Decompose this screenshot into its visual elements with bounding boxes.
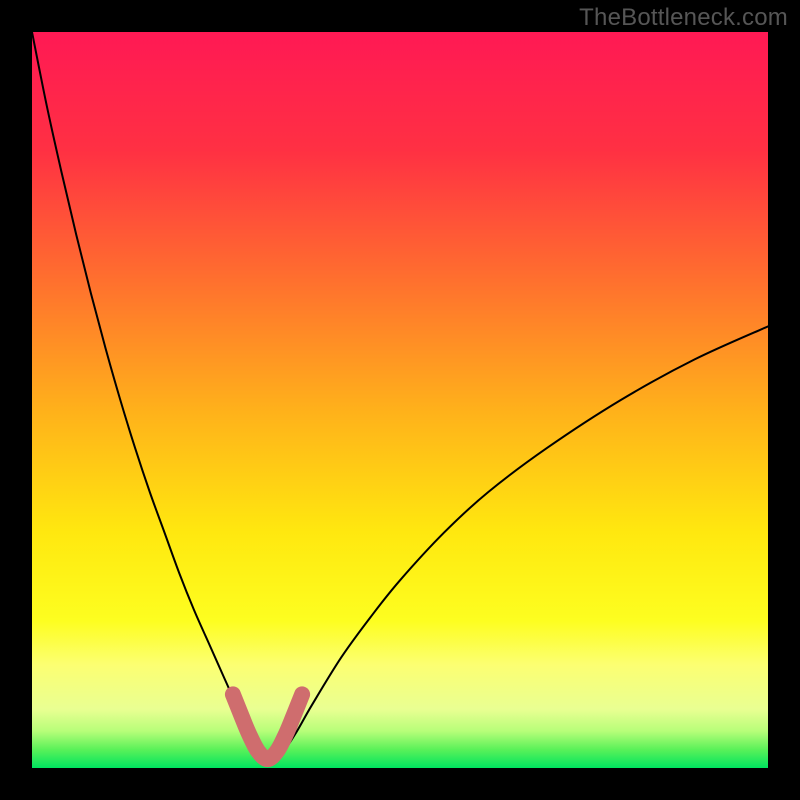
plot-area bbox=[32, 32, 768, 768]
gradient-background bbox=[32, 32, 768, 768]
watermark-text: TheBottleneck.com bbox=[579, 4, 788, 32]
chart-svg bbox=[32, 32, 768, 768]
chart-frame: TheBottleneck.com bbox=[0, 0, 800, 800]
